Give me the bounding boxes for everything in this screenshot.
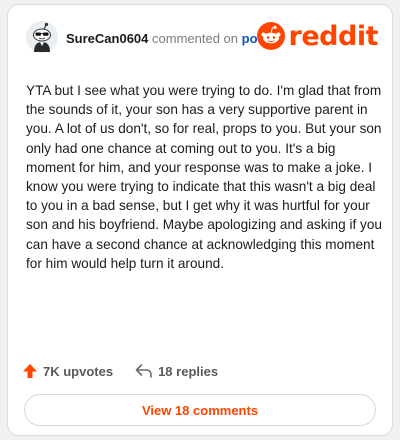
comment-card: SureCan0604 commented on post reddit YTA… — [7, 4, 393, 436]
upvote-button[interactable]: 7K upvotes — [22, 363, 113, 379]
upvote-count: 7K upvotes — [43, 363, 114, 379]
comment-body: YTA but I see what you were trying to do… — [26, 83, 382, 271]
reddit-logo[interactable]: reddit — [256, 19, 379, 53]
reddit-snoo-icon — [256, 22, 285, 50]
comment-header: SureCan0604 commented on post reddit — [26, 19, 379, 57]
upvote-arrow-icon — [23, 364, 37, 378]
comment-actions: 7K upvotes 18 replies — [22, 359, 240, 383]
view-comments-button[interactable]: View 18 comments — [24, 394, 376, 426]
reply-count: 18 replies — [158, 363, 219, 379]
reply-arrow-icon — [135, 364, 152, 378]
reddit-wordmark: reddit — [288, 20, 379, 52]
commented-on-text: commented on — [152, 31, 239, 46]
header-text: SureCan0604 commented on post — [66, 31, 269, 46]
avatar[interactable] — [26, 21, 58, 53]
replies-button[interactable]: 18 replies — [135, 363, 218, 379]
username[interactable]: SureCan0604 — [66, 31, 148, 46]
